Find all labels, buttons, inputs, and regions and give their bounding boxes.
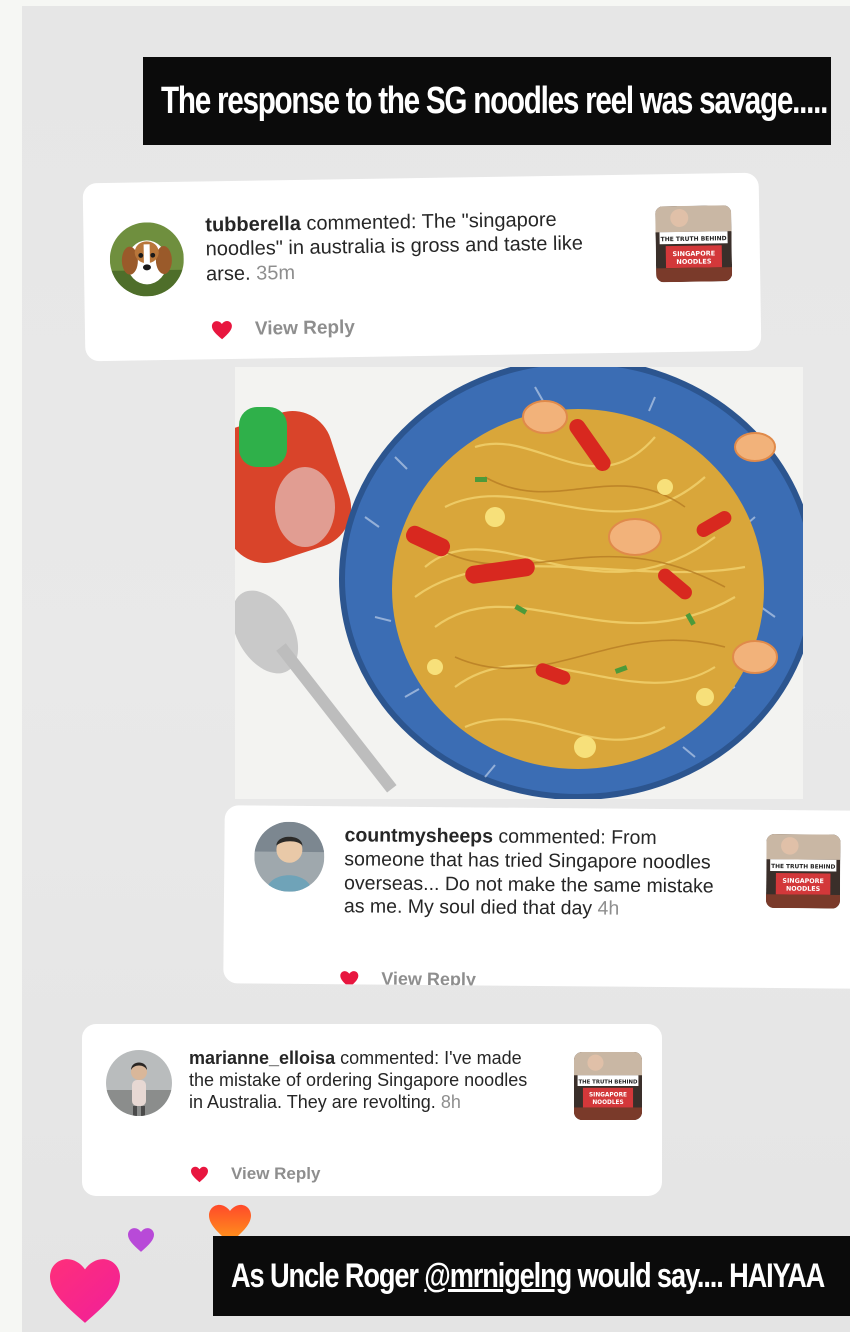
comment-card[interactable]: marianne_elloisa commented: I've made th… xyxy=(82,1024,662,1196)
comment-body: marianne_elloisa commented: I've made th… xyxy=(189,1048,544,1114)
comment-username[interactable]: tubberella xyxy=(205,213,301,236)
story-canvas: The response to the SG noodles reel was … xyxy=(22,6,850,1332)
comment-verb: commented: xyxy=(340,1048,440,1068)
thumbnail-caption-line: THE TRUTH BEHIND xyxy=(771,864,835,871)
footer-banner-suffix: would say.... HAIYAA xyxy=(571,1257,826,1295)
footer-banner-prefix: As Uncle Roger xyxy=(231,1257,425,1295)
comment-username[interactable]: countmysheeps xyxy=(344,824,493,847)
person-avatar-icon[interactable] xyxy=(106,1050,172,1116)
view-reply-link[interactable]: View Reply xyxy=(381,969,476,989)
thumbnail-caption-line: SINGAPORE xyxy=(589,1093,627,1099)
comment-verb: commented: xyxy=(306,211,417,235)
comment-verb: commented: xyxy=(498,825,606,849)
like-heart-icon[interactable] xyxy=(339,970,359,988)
thumbnail-caption-line: NOODLES xyxy=(592,1100,623,1106)
footer-banner: As Uncle Roger @mrnigelng would say.... … xyxy=(213,1236,850,1316)
comment-card[interactable]: tubberella commented: The "singapore noo… xyxy=(82,172,762,362)
reel-thumbnail[interactable]: THE TRUTH BEHIND SINGAPORE NOODLES xyxy=(574,1052,642,1120)
thumbnail-caption-line: THE TRUTH BEHIND xyxy=(661,235,727,243)
view-reply-row[interactable]: View Reply xyxy=(190,1164,320,1184)
thumbnail-caption-line: NOODLES xyxy=(676,257,712,266)
like-heart-icon[interactable] xyxy=(211,320,233,340)
comment-time: 4h xyxy=(597,897,620,921)
mention-link[interactable]: @mrnigelng xyxy=(424,1257,572,1295)
comment-card[interactable]: countmysheeps commented: From someone th… xyxy=(223,805,850,989)
view-reply-row[interactable]: View Reply xyxy=(211,317,355,341)
comment-time: 35m xyxy=(255,261,296,285)
headline-banner: The response to the SG noodles reel was … xyxy=(143,57,831,145)
person-avatar-icon[interactable] xyxy=(254,821,325,893)
headline-text: The response to the SG noodles reel was … xyxy=(161,80,828,122)
view-reply-row[interactable]: View Reply xyxy=(339,968,476,989)
singapore-noodles-photo xyxy=(235,367,803,799)
comment-time: 8h xyxy=(440,1091,461,1112)
view-reply-link[interactable]: View Reply xyxy=(255,317,355,341)
reel-thumbnail[interactable]: THE TRUTH BEHIND SINGAPORE NOODLES xyxy=(655,205,733,283)
beagle-dog-avatar-icon[interactable] xyxy=(109,221,185,297)
thumbnail-caption-line: THE TRUTH BEHIND xyxy=(579,1079,639,1085)
thumbnail-caption-line: NOODLES xyxy=(786,886,821,893)
like-heart-icon[interactable] xyxy=(190,1166,209,1183)
view-reply-link[interactable]: View Reply xyxy=(231,1164,320,1184)
purple-heart-sticker-icon xyxy=(128,1228,154,1252)
reel-thumbnail[interactable]: THE TRUTH BEHIND SINGAPORE NOODLES xyxy=(765,833,841,909)
footer-banner-text: As Uncle Roger @mrnigelng would say.... … xyxy=(231,1236,826,1316)
pink-heart-sticker-icon xyxy=(50,1259,120,1323)
comment-body: countmysheeps commented: From someone th… xyxy=(344,824,740,923)
comment-username[interactable]: marianne_elloisa xyxy=(189,1048,335,1068)
thumbnail-caption-line: SINGAPORE xyxy=(782,878,823,885)
comment-body: tubberella commented: The "singapore noo… xyxy=(205,207,606,286)
